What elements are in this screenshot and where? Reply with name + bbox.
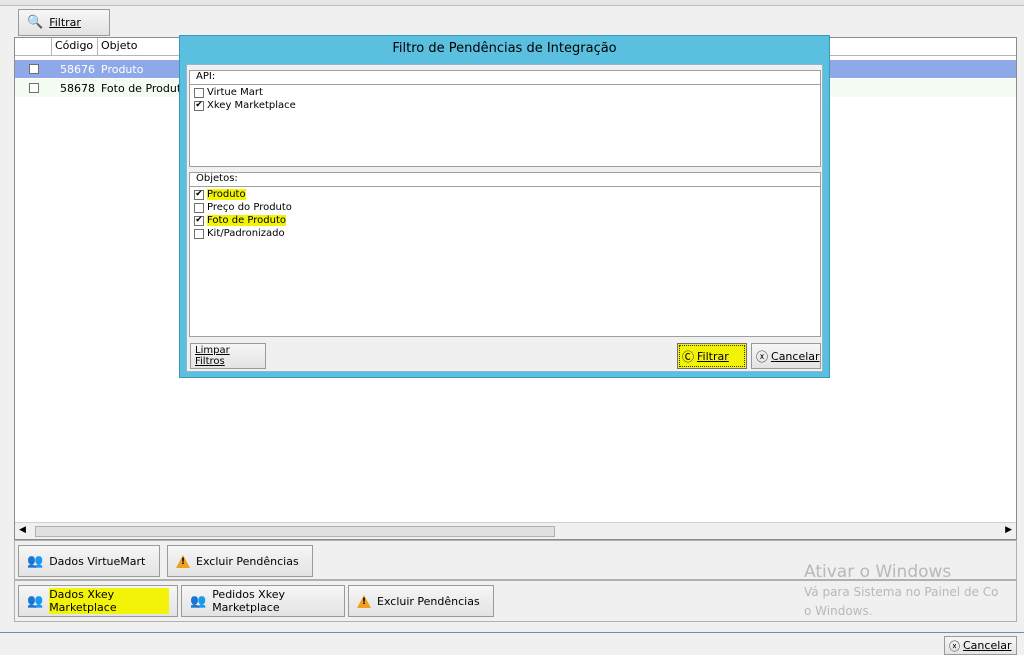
- excluir-pendencias-label-2: Excluir Pendências: [377, 594, 480, 608]
- row-object: Foto de Produt: [101, 81, 182, 95]
- object-checkbox-kit[interactable]: [194, 228, 204, 239]
- object-label-foto: Foto de Produto: [207, 215, 286, 226]
- horizontal-scrollbar[interactable]: ◀ ▶: [15, 522, 1016, 539]
- scroll-right-icon[interactable]: ▶: [1005, 525, 1012, 535]
- users-icon: 👥: [27, 553, 44, 569]
- pedidos-xkey-button[interactable]: 👥 Pedidos Xkey Marketplace: [181, 585, 345, 617]
- excluir-pendencias-button-2[interactable]: Excluir Pendências: [348, 585, 494, 617]
- object-item-preco[interactable]: Preço do Produto: [190, 201, 292, 214]
- users-icon: 👥: [190, 593, 207, 609]
- warning-icon: [357, 594, 371, 608]
- toolbar-filter-button[interactable]: 🔍 Filtrar: [18, 9, 110, 36]
- api-label-virtuemart: Virtue Mart: [207, 87, 263, 98]
- filter-dialog: Filtro de Pendências de Integração API: …: [179, 35, 830, 378]
- grid-header-code[interactable]: Código: [52, 38, 98, 55]
- main-cancel-button[interactable]: ⓧ Cancelar: [944, 636, 1017, 655]
- excluir-pendencias-label-1: Excluir Pendências: [196, 554, 299, 568]
- object-item-produto[interactable]: Produto: [190, 188, 292, 201]
- row-checkbox[interactable]: [28, 64, 39, 74]
- object-label-preco: Preço do Produto: [207, 202, 292, 213]
- dialog-filter-button[interactable]: Ⓒ Filtrar: [677, 343, 747, 369]
- dialog-title: Filtro de Pendências de Integração: [392, 41, 617, 56]
- object-checkbox-foto[interactable]: [194, 215, 204, 226]
- object-checkbox-produto[interactable]: [194, 189, 204, 200]
- dialog-cancel-label: Cancelar: [771, 349, 820, 363]
- pedidos-xkey-label: Pedidos Xkey Marketplace: [212, 588, 285, 614]
- excluir-pendencias-button-1[interactable]: Excluir Pendências: [167, 545, 313, 577]
- windows-watermark-line2: o Windows.: [804, 604, 873, 618]
- toolbar-filter-label: Filtrar: [49, 16, 81, 29]
- main-cancel-label: Cancelar: [963, 639, 1012, 652]
- bottom-divider: [0, 632, 1024, 633]
- object-item-foto[interactable]: Foto de Produto: [190, 214, 292, 227]
- cancel-icon: ⓧ: [949, 639, 960, 653]
- object-item-kit[interactable]: Kit/Padronizado: [190, 227, 292, 240]
- scrollbar-thumb[interactable]: [35, 526, 555, 537]
- objects-group: Objetos: Produto Preço do Produto Foto d…: [189, 172, 821, 337]
- users-icon: 👥: [27, 593, 44, 609]
- object-checkbox-preco[interactable]: [194, 202, 204, 213]
- dados-xkey-label: Dados Xkey Marketplace: [49, 588, 169, 614]
- api-item-xkey[interactable]: Xkey Marketplace: [190, 99, 296, 112]
- search-icon: 🔍: [27, 15, 44, 30]
- filter-icon: Ⓒ: [682, 349, 695, 364]
- cancel-icon: ⓧ: [756, 349, 769, 364]
- scroll-left-icon[interactable]: ◀: [19, 525, 26, 535]
- row-code: 58678: [60, 81, 95, 95]
- row-object: Produto: [101, 62, 144, 76]
- dados-xkey-button[interactable]: 👥 Dados Xkey Marketplace: [18, 585, 178, 617]
- dados-virtuemart-button[interactable]: 👥 Dados VirtueMart: [18, 545, 160, 577]
- api-label-xkey: Xkey Marketplace: [207, 100, 296, 111]
- warning-icon: [176, 554, 190, 568]
- api-checkbox-virtuemart[interactable]: [194, 87, 204, 98]
- top-strip: [0, 0, 1024, 6]
- object-label-kit: Kit/Padronizado: [207, 228, 285, 239]
- clear-filters-button[interactable]: Limpar Filtros: [190, 343, 266, 369]
- clear-filters-label: Limpar Filtros: [195, 345, 230, 367]
- windows-watermark-line1: Vá para Sistema no Painel de Co: [804, 585, 999, 599]
- api-group-label: API:: [196, 71, 216, 82]
- api-item-virtuemart[interactable]: Virtue Mart: [190, 86, 296, 99]
- grid-header-check: [15, 38, 52, 55]
- api-checkbox-xkey[interactable]: [194, 100, 204, 111]
- dialog-body: API: Virtue Mart Xkey Marketplace Objeto…: [186, 64, 823, 372]
- dialog-cancel-button[interactable]: ⓧ Cancelar: [751, 343, 821, 369]
- dialog-filter-label: Filtrar: [697, 349, 729, 363]
- object-label-produto: Produto: [207, 189, 246, 200]
- objects-group-label: Objetos:: [196, 173, 238, 184]
- dados-virtuemart-label: Dados VirtueMart: [49, 554, 146, 568]
- api-group: API: Virtue Mart Xkey Marketplace: [189, 70, 821, 167]
- row-code: 58676: [60, 62, 95, 76]
- row-checkbox[interactable]: [28, 83, 39, 93]
- windows-watermark-title: Ativar o Windows: [804, 562, 952, 582]
